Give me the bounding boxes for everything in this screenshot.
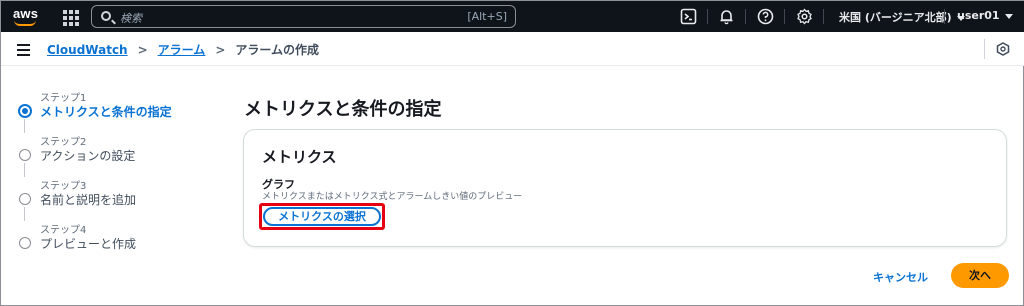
step-number: ステップ2 xyxy=(40,137,87,148)
step-name: メトリクスと条件の指定 xyxy=(40,105,172,119)
step-name: アクションの設定 xyxy=(40,149,136,163)
aws-smile-icon xyxy=(14,20,36,26)
preferences-icon[interactable] xyxy=(996,42,1010,56)
nav-divider xyxy=(707,9,708,24)
search-icon xyxy=(101,11,111,21)
search-bar[interactable]: 検索 [Alt+S] xyxy=(91,5,516,28)
wizard-step-2: ステップ2 アクションの設定 xyxy=(19,133,219,177)
breadcrumb-cloudwatch[interactable]: CloudWatch xyxy=(47,43,128,57)
user-label: user01 xyxy=(957,9,1000,22)
cancel-button[interactable]: キャンセル xyxy=(873,269,928,285)
step-connector xyxy=(24,207,25,221)
bell-icon[interactable] xyxy=(718,8,735,25)
aws-logo[interactable]: aws xyxy=(13,6,39,28)
next-button[interactable]: 次へ xyxy=(951,263,1009,288)
nav-divider xyxy=(745,9,746,24)
user-menu[interactable]: user01 xyxy=(957,9,1013,22)
cloudshell-icon[interactable] xyxy=(680,8,697,25)
breadcrumb-divider xyxy=(984,39,985,59)
aws-logo-text: aws xyxy=(13,6,39,21)
step-connector xyxy=(24,119,25,133)
step-number: ステップ3 xyxy=(40,181,87,192)
nav-divider xyxy=(784,9,785,24)
help-icon[interactable] xyxy=(757,8,774,25)
apps-grid-icon[interactable] xyxy=(61,8,79,26)
graph-description: メトリクスまたはメトリクス式とアラームしきい値のプレビュー xyxy=(262,192,523,202)
step-connector xyxy=(24,163,25,177)
nav-divider xyxy=(823,9,824,24)
step-number: ステップ4 xyxy=(40,225,87,236)
chevron-down-icon xyxy=(1004,13,1013,19)
wizard-step-3: ステップ3 名前と説明を追加 xyxy=(19,177,219,221)
page-title: メトリクスと条件の指定 xyxy=(244,99,442,120)
region-selector[interactable]: 米国 (バージニア北部) xyxy=(839,9,965,25)
breadcrumb-current: アラームの作成 xyxy=(235,43,320,57)
top-navigation: aws 検索 [Alt+S] 米国 (バージニア北部) user01 xyxy=(1,1,1024,32)
breadcrumb-alarms[interactable]: アラーム xyxy=(158,41,206,58)
menu-icon[interactable] xyxy=(17,44,30,56)
wizard-step-1[interactable]: ステップ1 メトリクスと条件の指定 xyxy=(18,89,219,133)
step-number: ステップ1 xyxy=(40,93,87,104)
step-indicator-icon xyxy=(19,237,31,249)
step-name: 名前と説明を追加 xyxy=(40,193,137,207)
select-metric-button[interactable]: メトリクスの選択 xyxy=(263,207,381,226)
step-name: プレビューと作成 xyxy=(40,237,137,251)
search-placeholder: 検索 xyxy=(120,12,142,25)
search-shortcut: [Alt+S] xyxy=(467,10,507,23)
step-indicator-icon xyxy=(19,149,31,161)
panel-title: メトリクス xyxy=(262,148,337,166)
wizard-step-4: ステップ4 プレビューと作成 xyxy=(19,221,219,265)
step-active-indicator-icon xyxy=(18,104,32,118)
nav-divider xyxy=(944,9,945,24)
step-indicator-icon xyxy=(19,193,31,205)
chevron-right-icon: > xyxy=(215,42,226,57)
gear-icon[interactable] xyxy=(796,8,813,25)
region-label: 米国 (バージニア北部) xyxy=(839,11,952,24)
wizard-steps: ステップ1 メトリクスと条件の指定 ステップ2 アクションの設定 ステップ3 名… xyxy=(18,89,219,265)
breadcrumb: CloudWatch > アラーム > アラームの作成 xyxy=(47,41,319,58)
breadcrumb-bar: CloudWatch > アラーム > アラームの作成 xyxy=(1,32,1024,66)
chevron-right-icon: > xyxy=(137,42,148,57)
metrics-panel: メトリクス グラフ メトリクスまたはメトリクス式とアラームしきい値のプレビュー … xyxy=(243,129,1007,247)
